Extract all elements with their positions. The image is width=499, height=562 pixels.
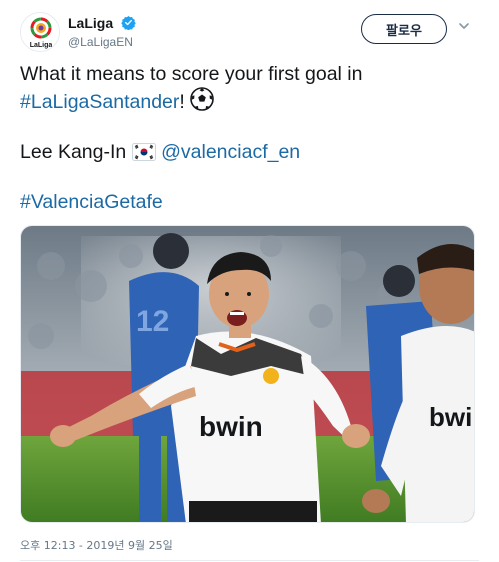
divider [20,560,479,561]
tweet-header: LaLiga LaLiga @LaLigaEN 팔로우 [20,12,480,52]
avatar-label: LaLiga [30,42,53,49]
tweet-line-4: #ValenciaGetafe [20,190,480,215]
follow-button[interactable]: 팔로우 [361,14,447,44]
hashtag-laligasantander[interactable]: #LaLigaSantander [20,91,179,113]
tweet-line-3: Lee Kang-In @valenciacf_en [20,140,480,165]
chevron-down-icon[interactable] [457,19,471,33]
soccer-ball-icon [190,87,215,111]
account-names: LaLiga @LaLigaEN [68,14,136,49]
laliga-logo-icon: LaLiga [21,13,59,51]
verified-badge-icon [120,16,136,31]
hashtag-valenciagetafe[interactable]: #ValenciaGetafe [20,191,163,213]
valencia-crest-icon [263,368,279,384]
goal-celebration-photo: 12 bwin [21,226,475,522]
sponsor-text-main: bwin [199,411,263,442]
display-name[interactable]: LaLiga [68,15,113,31]
tweet-line-2: #LaLigaSantander! [20,87,480,115]
player-name: Lee Kang-In [20,141,127,163]
mention-valenciacf[interactable]: @valenciacf_en [161,141,300,163]
tweet-text: What it means to score your first goal i… [20,62,480,215]
tweet-timestamp[interactable]: 오후 12:13 - 2019년 9월 25일 [20,537,173,553]
tweet-media-photo[interactable]: 12 bwin [20,225,475,523]
exclamation: ! [179,91,185,113]
south-korea-flag-icon [131,143,156,161]
shirt-number: 12 [136,305,169,338]
sponsor-text-right: bwin [429,402,475,432]
tweet-line-1: What it means to score your first goal i… [20,63,363,85]
avatar[interactable]: LaLiga [20,12,60,52]
account-handle[interactable]: @LaLigaEN [68,35,136,49]
